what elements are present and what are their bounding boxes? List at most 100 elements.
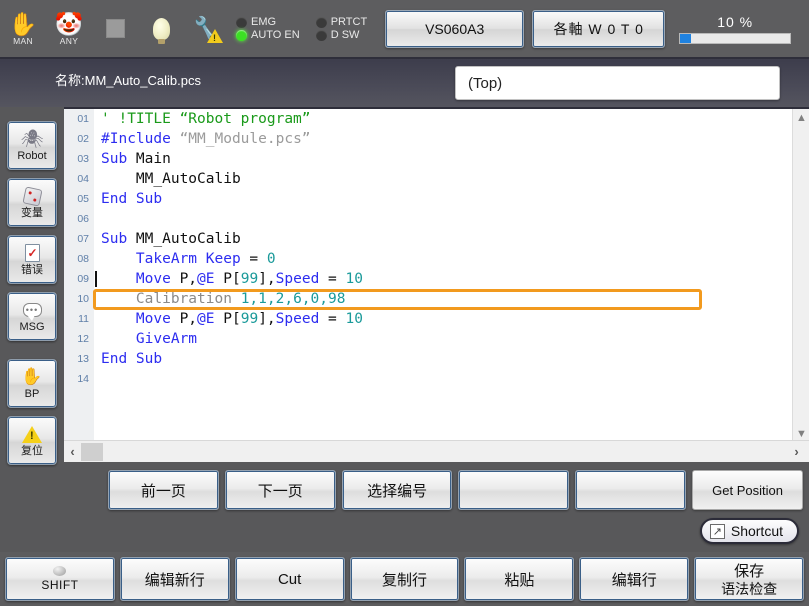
line-number: 04	[77, 173, 89, 185]
code-token: Sub	[101, 151, 136, 167]
code-token: End Sub	[101, 351, 163, 367]
code-token: ],	[258, 271, 276, 287]
sidebar-item-msg-label: MSG	[19, 321, 45, 333]
code-token: =	[240, 251, 267, 267]
hand-icon: ✋	[21, 367, 43, 386]
scope-select[interactable]: (Top)	[455, 66, 780, 100]
scroll-up-icon[interactable]: ▲	[793, 109, 809, 126]
led-auto-en: AUTO EN	[236, 29, 300, 41]
save-syntax-check-button[interactable]: 保存 语法检查	[694, 557, 805, 601]
hand-glyph: ✋	[8, 11, 38, 37]
sidebar-item-robot-label: Robot	[17, 150, 47, 162]
code-line-text: GiveArm	[94, 329, 197, 349]
clown-icon[interactable]: 🤡 ANY	[46, 3, 92, 55]
bottom-button-row: SHIFT 编辑新行 Cut 复制行 粘贴 编辑行 保存 语法检查	[0, 552, 809, 606]
code-token: @E	[197, 271, 215, 287]
code-lines[interactable]: 01 ' !TITLE “Robot program” 02 #Include “MM…	[64, 109, 792, 442]
led-emg-lamp	[236, 16, 247, 28]
speed-fill	[680, 33, 692, 43]
line-number: 14	[77, 373, 89, 385]
sidebar-item-errors-label: 错误	[21, 264, 43, 276]
axis-mode-button[interactable]: 各軸 W 0 T 0	[532, 9, 666, 48]
code-token: =	[319, 271, 346, 287]
paste-button[interactable]: 粘贴	[464, 557, 575, 601]
scroll-right-icon[interactable]: ›	[788, 444, 805, 459]
code-token: GiveArm	[135, 331, 198, 347]
wrench-warning-icon[interactable]: 🔧	[184, 3, 230, 55]
code-token: =	[319, 311, 346, 327]
code-line[interactable]: 14	[64, 369, 792, 389]
sidebar-item-bp[interactable]: ✋ BP	[7, 359, 57, 408]
shift-button[interactable]: SHIFT	[5, 557, 115, 601]
text-caret	[95, 271, 97, 287]
dice-icon	[21, 185, 43, 207]
speed-track[interactable]	[679, 32, 792, 44]
sidebar-item-variables[interactable]: 变量	[7, 178, 57, 227]
code-line-text: ' !TITLE “Robot program”	[94, 109, 311, 129]
copy-line-button[interactable]: 复制行	[349, 557, 460, 601]
line-number: 02	[77, 133, 89, 145]
speed-indicator[interactable]: 10 %	[679, 14, 792, 44]
sidebar-item-robot[interactable]: 🕷 Robot	[7, 121, 57, 170]
get-position-button[interactable]: Get Position	[692, 470, 803, 510]
code-line-text: Sub MM_AutoCalib	[94, 229, 241, 249]
paste-label: 粘贴	[504, 571, 535, 589]
next-page-button[interactable]: 下一页	[224, 470, 336, 510]
code-editor[interactable]: 01 ' !TITLE “Robot program” 02 #Include “MM…	[64, 107, 809, 462]
code-token: Sub	[101, 231, 136, 247]
hand-icon[interactable]: ✋ MAN	[0, 3, 46, 55]
code-token: 99	[240, 271, 259, 287]
led-emg-label: EMG	[251, 16, 277, 28]
stop-square-icon[interactable]	[92, 3, 138, 55]
led-prtct: PRTCT	[315, 16, 367, 28]
scroll-left-icon[interactable]: ‹	[64, 444, 81, 459]
code-line[interactable]: 03 Sub Main	[64, 149, 792, 169]
robot-model-button[interactable]: VS060A3	[385, 9, 525, 48]
line-number: 01	[77, 113, 89, 125]
sidebar-item-reset[interactable]: 复位	[7, 416, 57, 465]
code-line-text: End Sub	[94, 189, 162, 209]
code-line[interactable]: 11 Move P,@E P[99],Speed = 10	[64, 309, 792, 329]
code-line[interactable]: 07 Sub MM_AutoCalib	[64, 229, 792, 249]
save-syntax-check-label: 保存	[734, 563, 765, 580]
code-line[interactable]: 04 MM_AutoCalib	[64, 169, 792, 189]
status-led-group: EMG PRTCT AUTO EN D SW	[236, 16, 367, 41]
cut-button[interactable]: Cut	[234, 557, 345, 601]
fn-empty-2-button[interactable]	[575, 470, 687, 510]
code-token: #Include	[101, 131, 180, 147]
editor-vertical-scrollbar[interactable]: ▲ ▼	[792, 109, 809, 442]
sidebar-item-errors[interactable]: 错误	[7, 235, 57, 284]
code-token: Main	[135, 151, 171, 167]
hscroll-thumb[interactable]	[81, 442, 103, 461]
sidebar-item-variables-label: 变量	[21, 207, 43, 219]
edit-new-line-button[interactable]: 编辑新行	[119, 557, 230, 601]
line-number: 05	[77, 193, 89, 205]
sidebar-item-msg[interactable]: ••• MSG	[7, 292, 57, 341]
fn-empty-1-button[interactable]	[458, 470, 570, 510]
left-sidebar: 🕷 Robot 变量 错误 ••• MSG ✋ BP 复位	[0, 107, 64, 465]
code-token: End Sub	[101, 191, 163, 207]
code-line[interactable]: 02 #Include “MM_Module.pcs”	[64, 129, 792, 149]
edit-line-button[interactable]: 编辑行	[579, 557, 690, 601]
code-token: ' !TITLE “Robot program”	[101, 111, 311, 127]
next-page-label: 下一页	[257, 482, 303, 500]
code-line[interactable]: 08 TakeArm Keep = 0	[64, 249, 792, 269]
code-line[interactable]: 09 Move P,@E P[99],Speed = 10	[64, 269, 792, 289]
speech-bubble-icon: •••	[22, 299, 42, 321]
code-token: P[	[214, 271, 241, 287]
editor-horizontal-scrollbar[interactable]: ‹ ›	[64, 440, 809, 462]
shortcut-button[interactable]: ↗ Shortcut	[699, 518, 799, 544]
code-token: 10	[345, 271, 363, 287]
hand-icon-caption: MAN	[13, 36, 33, 46]
code-line[interactable]: 10 Calibration 1,1,2,6,0,98	[64, 288, 792, 310]
code-line[interactable]: 13 End Sub	[64, 349, 792, 369]
code-line[interactable]: 01 ' !TITLE “Robot program”	[64, 109, 792, 129]
select-number-button[interactable]: 选择编号	[341, 470, 453, 510]
code-line[interactable]: 12 GiveArm	[64, 329, 792, 349]
lightbulb-icon[interactable]	[138, 3, 184, 55]
prev-page-button[interactable]: 前一页	[108, 470, 219, 510]
status-toolbar: ✋ MAN 🤡 ANY 🔧 EMG PRTCT	[0, 0, 809, 59]
code-line[interactable]: 06	[64, 209, 792, 229]
code-token: P,	[170, 271, 198, 287]
code-line[interactable]: 05 End Sub	[64, 189, 792, 209]
